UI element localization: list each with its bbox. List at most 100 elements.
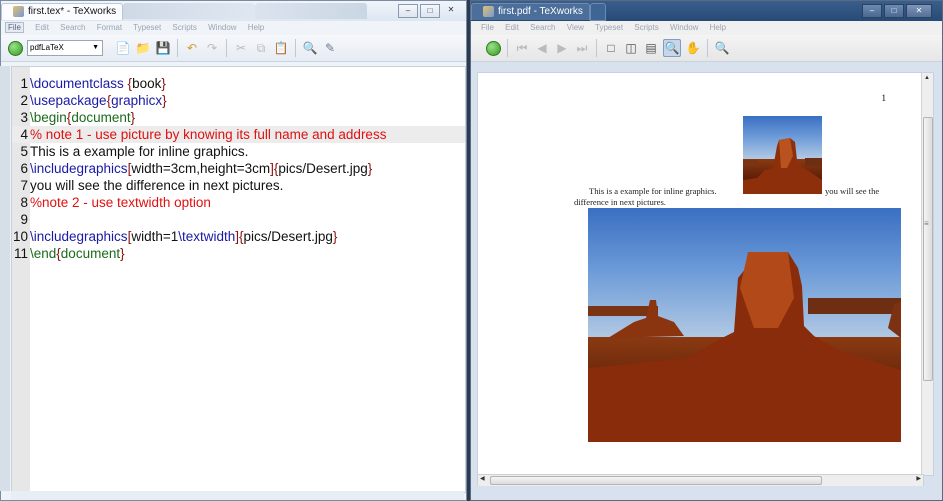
menu-file[interactable]: File — [5, 22, 24, 33]
menu-window[interactable]: Window — [670, 23, 698, 32]
toolbar-divider — [507, 39, 508, 57]
typeset-button[interactable] — [485, 40, 501, 56]
code-token: document — [60, 246, 121, 261]
last-page-icon[interactable]: ⏭ — [574, 40, 590, 56]
code-token: ]{ — [235, 229, 244, 244]
maximize-icon[interactable]: □ — [884, 4, 904, 18]
scrollbar-thumb[interactable] — [490, 476, 822, 485]
code-line[interactable]: 5 This is a example for inline graphics. — [12, 143, 465, 160]
scroll-up-icon[interactable]: ▲ — [924, 75, 930, 81]
pdf-titlebar: first.pdf - TeXworks – □ ✕ — [471, 1, 942, 21]
menu-edit[interactable]: Edit — [35, 23, 49, 32]
hand-icon[interactable]: ✋ — [685, 40, 701, 56]
code-token: } — [161, 76, 166, 91]
menu-format[interactable]: Format — [97, 23, 122, 32]
replace-icon[interactable]: ✎ — [322, 40, 338, 56]
magnify-icon[interactable]: 🔍 — [663, 39, 681, 57]
new-tab-button[interactable] — [589, 3, 606, 21]
pdf-window-title: first.pdf - TeXworks — [498, 6, 583, 17]
code-line[interactable]: 7 you will see the difference in next pic… — [12, 177, 465, 194]
copy-icon[interactable]: ⧉ — [253, 40, 269, 56]
scroll-right-icon[interactable]: ▶ — [916, 475, 921, 482]
cut-icon[interactable]: ✂ — [233, 40, 249, 56]
menu-edit[interactable]: Edit — [505, 23, 519, 32]
code-editor[interactable]: 1 \documentclass {book} 2 \usepackage{graph… — [11, 66, 466, 493]
line-number: 11 — [13, 246, 28, 261]
scrollbar-thumb[interactable] — [923, 117, 933, 381]
first-page-icon[interactable]: ⏮ — [514, 40, 530, 56]
pdf-page-view[interactable]: 1 This is a example for inline graphics.… — [477, 72, 934, 476]
inline-text-before: This is a example for inline graphics. — [589, 186, 717, 196]
minimize-icon[interactable]: – — [862, 4, 882, 18]
code-line[interactable]: 4% note 1 - use picture by knowing its f… — [12, 126, 465, 143]
typeset-button[interactable] — [7, 40, 23, 56]
menu-window[interactable]: Window — [208, 23, 236, 32]
menu-help[interactable]: Help — [710, 23, 726, 32]
code-token: %note 2 - use textwidth option — [30, 195, 211, 210]
actual-size-icon[interactable]: □ — [603, 40, 619, 56]
code-line[interactable]: 9 — [12, 211, 465, 228]
editor-window-tab[interactable]: first.tex* - TeXworks — [1, 3, 124, 20]
close-icon[interactable]: ✕ — [906, 4, 932, 18]
scroll-left-icon[interactable]: ◀ — [480, 475, 485, 482]
open-folder-icon[interactable]: 📁 — [135, 40, 151, 56]
menu-scripts[interactable]: Scripts — [172, 23, 196, 32]
menu-typeset[interactable]: Typeset — [133, 23, 161, 32]
new-file-icon[interactable]: 📄 — [115, 40, 131, 56]
pdf-window-controls: – □ ✕ — [862, 4, 932, 18]
code-token: \documentclass — [30, 76, 124, 91]
code-line[interactable]: 2 \usepackage{graphicx} — [12, 92, 465, 109]
code-token: width=1 — [131, 229, 179, 244]
line-number: 1 — [20, 76, 28, 91]
code-token: \begin — [30, 110, 67, 125]
code-token: \end — [30, 246, 57, 261]
toolbar-divider — [707, 39, 708, 57]
minimize-icon[interactable]: – — [398, 4, 418, 18]
menu-view[interactable]: View — [567, 23, 584, 32]
code-token: you will see the difference in next pict… — [30, 178, 284, 193]
code-line[interactable]: 6 \includegraphics[width=3cm,height=3cm]{… — [12, 160, 465, 177]
fit-width-icon[interactable]: ◫ — [623, 40, 639, 56]
menu-search[interactable]: Search — [60, 23, 85, 32]
prev-page-icon[interactable]: ◀ — [534, 40, 550, 56]
menu-search[interactable]: Search — [530, 23, 555, 32]
menu-help[interactable]: Help — [248, 23, 264, 32]
code-token: % note 1 - use picture by knowing its fu… — [30, 127, 387, 142]
code-line[interactable]: 1 \documentclass {book} — [12, 75, 465, 92]
code-token: width=3cm,height=3cm — [131, 161, 271, 176]
maximize-icon[interactable]: □ — [420, 4, 440, 18]
menu-scripts[interactable]: Scripts — [634, 23, 658, 32]
toolbar-divider — [226, 39, 227, 57]
code-line[interactable]: 8 %note 2 - use textwidth option — [12, 194, 465, 211]
pdf-window-tab[interactable]: first.pdf - TeXworks — [471, 3, 590, 20]
pdf-vertical-scrollbar[interactable]: ▲ ≡ — [921, 73, 933, 475]
background-tab[interactable] — [123, 3, 256, 19]
texworks-app-icon — [13, 5, 24, 17]
find-icon[interactable]: 🔍 — [714, 40, 730, 56]
save-icon[interactable]: 💾 — [155, 40, 171, 56]
pdf-statusbar — [477, 486, 932, 498]
code-token: } — [367, 161, 373, 176]
code-token: { — [123, 76, 133, 91]
close-icon[interactable]: ✕ — [442, 4, 460, 16]
code-line[interactable]: 11 \end{document} — [12, 245, 465, 262]
pdf-window: first.pdf - TeXworks – □ ✕ File Edit Sea… — [470, 0, 943, 501]
find-icon[interactable]: 🔍 — [302, 40, 318, 56]
code-line[interactable]: 10 \includegraphics[width=1\textwidth]{pi… — [12, 228, 465, 245]
fit-window-icon[interactable]: ▤ — [643, 40, 659, 56]
paste-icon[interactable]: 📋 — [273, 40, 289, 56]
inline-text-after: you will see the — [825, 186, 880, 196]
undo-icon[interactable]: ↶ — [184, 40, 200, 56]
editor-window-controls: – □ ✕ — [398, 4, 460, 18]
background-tab[interactable] — [255, 3, 368, 19]
redo-icon[interactable]: ↷ — [204, 40, 220, 56]
menu-typeset[interactable]: Typeset — [595, 23, 623, 32]
code-line[interactable]: 3 \begin{document} — [12, 109, 465, 126]
inline-desert-image — [743, 116, 822, 194]
engine-value: pdfLaTeX — [30, 43, 64, 52]
toolbar-divider — [295, 39, 296, 57]
menu-file[interactable]: File — [481, 23, 494, 32]
engine-select[interactable]: pdfLaTeX ▼ — [27, 40, 103, 56]
next-page-icon[interactable]: ▶ — [554, 40, 570, 56]
code-token: pics/Desert.jpg — [278, 161, 368, 176]
